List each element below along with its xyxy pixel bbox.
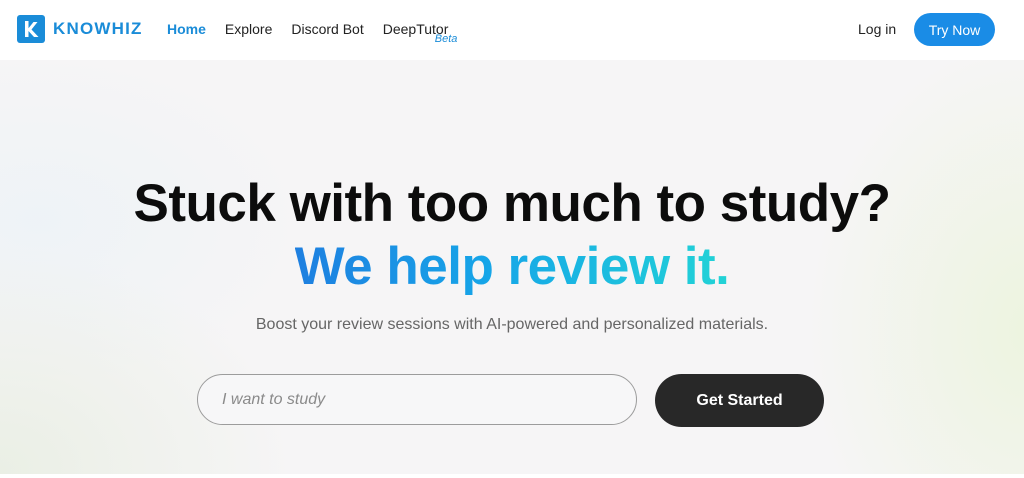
hero-title: Stuck with too much to study? — [133, 174, 891, 233]
k-logo-icon — [17, 15, 45, 43]
get-started-button[interactable]: Get Started — [655, 374, 824, 427]
study-topic-input[interactable] — [197, 374, 637, 425]
hero-subtitle-text: We help review it. — [294, 237, 730, 296]
hero-description: Boost your review sessions with AI-power… — [255, 316, 769, 333]
nav-home[interactable]: Home — [167, 21, 206, 37]
login-link[interactable]: Log in — [858, 21, 896, 37]
nav-deeptutor[interactable]: DeepTutor Beta — [383, 21, 458, 45]
nav-discord-bot[interactable]: Discord Bot — [291, 21, 363, 37]
brand-logo[interactable]: KNOWHIZ — [17, 15, 143, 43]
beta-badge: Beta — [434, 33, 458, 45]
nav-explore[interactable]: Explore — [225, 21, 272, 37]
main-nav: Home Explore Discord Bot DeepTutor Beta — [167, 21, 467, 45]
hero-subtitle: We help review it. — [0, 237, 1024, 297]
try-now-button[interactable]: Try Now — [914, 13, 995, 46]
bottom-divider — [0, 474, 1024, 478]
top-navbar: KNOWHIZ Home Explore Discord Bot DeepTut… — [0, 0, 1024, 60]
brand-name: KNOWHIZ — [53, 19, 143, 38]
